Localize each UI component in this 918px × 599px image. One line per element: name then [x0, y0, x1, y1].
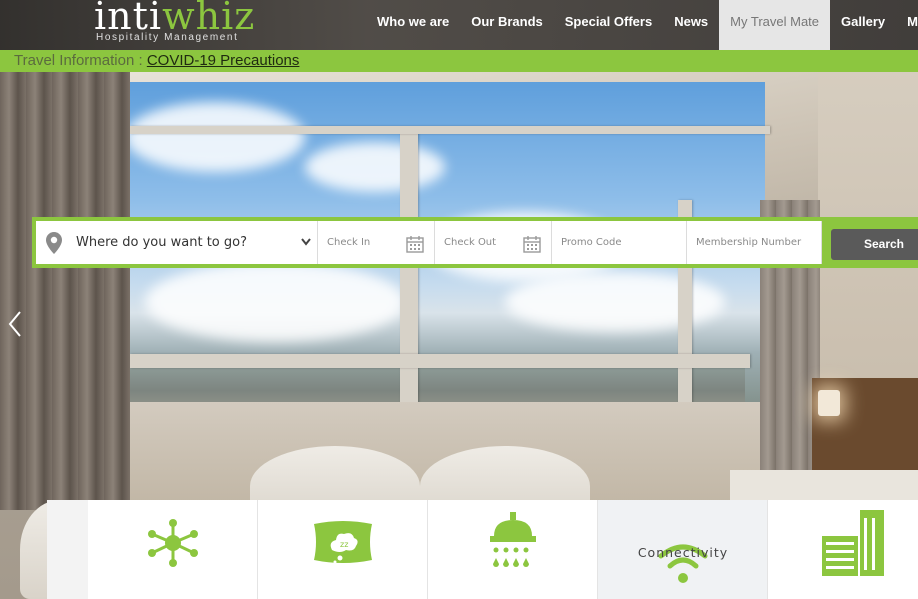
search-button[interactable]: Search	[831, 229, 918, 260]
curtain	[0, 70, 130, 510]
nav-membership[interactable]: Memb	[896, 0, 918, 50]
calendar-icon	[406, 236, 424, 253]
logo-tagline: Hospitality Management	[96, 32, 239, 43]
membership-number-placeholder: Membership Number	[696, 237, 802, 248]
booking-bar: Where do you want to go? Check In Check …	[32, 217, 918, 268]
check-out-placeholder: Check Out	[444, 237, 497, 248]
map-pin-icon	[46, 232, 62, 254]
travel-info-label: Travel Information :	[14, 52, 147, 69]
nav-special-offers[interactable]: Special Offers	[554, 0, 663, 50]
destination-select[interactable]: Where do you want to go?	[76, 221, 316, 264]
amenity-connectivity[interactable]: Connectivity	[598, 500, 768, 599]
destination-field[interactable]: Where do you want to go?	[36, 221, 318, 264]
pillow-icon: zz	[314, 521, 372, 564]
lamp	[818, 390, 840, 416]
main-nav: Who we are Our Brands Special Offers New…	[366, 0, 918, 50]
chevron-left-icon	[8, 311, 21, 337]
check-out-field[interactable]: Check Out	[435, 221, 552, 264]
logo[interactable]: intiwhiz Hospitality Management	[94, 0, 255, 43]
nav-who-we-are[interactable]: Who we are	[366, 0, 460, 50]
calendar-icon	[523, 236, 541, 253]
shower-icon	[490, 512, 536, 567]
site-header: intiwhiz Hospitality Management Who we a…	[0, 0, 918, 50]
travel-info-bar: Travel Information : COVID-19 Precaution…	[0, 50, 918, 72]
check-in-field[interactable]: Check In	[318, 221, 435, 264]
nav-my-travel-mate[interactable]: My Travel Mate	[719, 0, 831, 50]
amenity-shower[interactable]	[428, 500, 598, 599]
building-icon	[822, 510, 884, 576]
nav-news[interactable]: News	[663, 0, 719, 50]
promo-code-field[interactable]: Promo Code	[552, 221, 687, 264]
promo-code-placeholder: Promo Code	[561, 237, 622, 248]
carousel-prev-button[interactable]	[8, 310, 28, 340]
amenity-network[interactable]	[88, 500, 258, 599]
svg-text:zz: zz	[340, 540, 348, 549]
amenities-strip: zz Connectivity	[47, 500, 918, 599]
amenity-building[interactable]	[768, 500, 918, 599]
amenities-spacer	[47, 500, 88, 599]
nav-gallery[interactable]: Gallery	[830, 0, 896, 50]
amenity-pillow[interactable]: zz	[258, 500, 428, 599]
check-in-placeholder: Check In	[327, 237, 371, 248]
nav-our-brands[interactable]: Our Brands	[460, 0, 554, 50]
membership-number-field[interactable]: Membership Number	[687, 221, 822, 264]
network-icon	[148, 519, 198, 567]
covid-precautions-link[interactable]: COVID-19 Precautions	[147, 52, 300, 69]
chevron-down-icon	[301, 238, 311, 246]
amenity-label: Connectivity	[637, 545, 729, 560]
